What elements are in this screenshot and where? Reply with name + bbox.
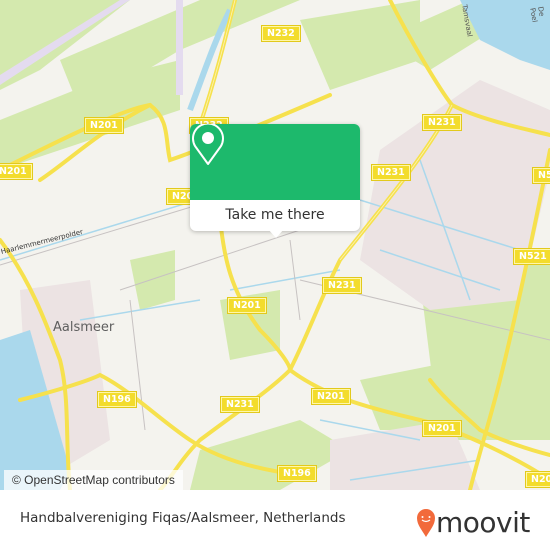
take-me-there-button[interactable]: Take me there	[190, 200, 360, 231]
road-shield: N521	[532, 167, 550, 184]
road-shield: N201	[525, 471, 550, 488]
map-widget: N232 N201 N201 N20 N232 N231 N231 N521 N…	[0, 0, 550, 550]
map-canvas[interactable]: N232 N201 N201 N20 N232 N231 N231 N521 N…	[0, 0, 550, 490]
road-shield: N196	[97, 391, 137, 408]
road-shield: N521	[513, 248, 550, 265]
moovit-wordmark: moovit	[436, 506, 530, 539]
road-shield: N231	[322, 277, 362, 294]
road-shield: N231	[422, 114, 462, 131]
road-shield: N231	[371, 164, 411, 181]
map-background	[0, 0, 550, 490]
popup-pointer	[268, 229, 284, 238]
road-shield: N201	[422, 420, 462, 437]
water-label-de-poel: De Poel	[528, 6, 546, 24]
road-shield: N201	[0, 163, 33, 180]
location-pin-icon	[192, 124, 224, 165]
road-shield: N201	[227, 297, 267, 314]
road-shield: N201	[311, 388, 351, 405]
moovit-pin-icon	[417, 509, 435, 537]
moovit-logo[interactable]: moovit	[416, 506, 542, 544]
map-attribution[interactable]: © OpenStreetMap contributors	[4, 470, 183, 490]
location-title: Handbalvereniging Fiqas/Aalsmeer, Nether…	[20, 510, 346, 526]
popup-header	[190, 124, 360, 200]
road-shield: N196	[277, 465, 317, 482]
place-label-aalsmeer: Aalsmeer	[53, 320, 115, 335]
road-shield: N231	[220, 396, 260, 413]
road-shield: N232	[261, 25, 301, 42]
destination-popup: Take me there	[190, 124, 360, 238]
road-shield: N201	[84, 117, 124, 134]
